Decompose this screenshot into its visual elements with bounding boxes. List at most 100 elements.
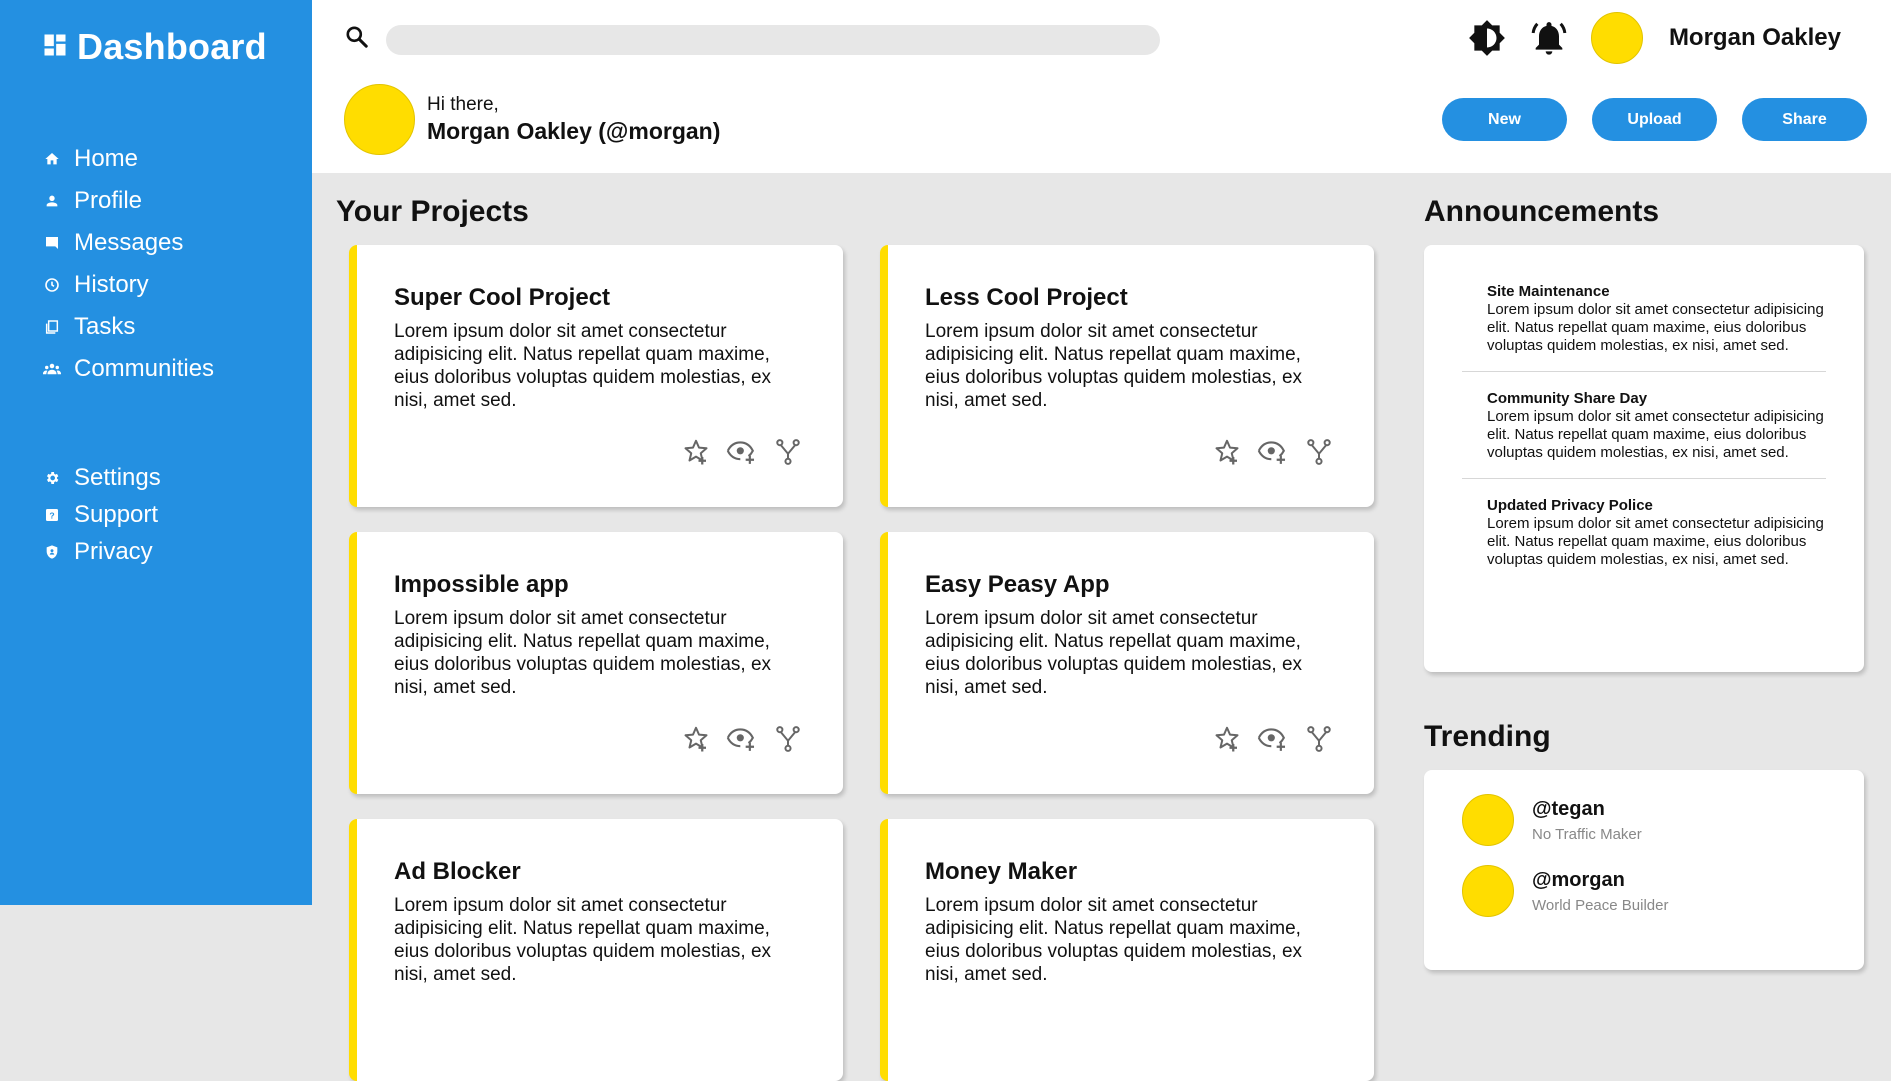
project-title: Ad Blocker <box>394 858 521 885</box>
star-add-icon[interactable] <box>680 436 711 467</box>
project-description: Lorem ipsum dolor sit amet consectetur a… <box>394 608 772 698</box>
fork-icon[interactable] <box>1303 723 1334 754</box>
tasks-icon <box>43 318 61 336</box>
shield-icon <box>43 543 61 561</box>
avatar <box>1462 865 1514 917</box>
project-description: Lorem ipsum dolor sit amet consectetur a… <box>925 608 1303 698</box>
messages-icon <box>43 234 61 252</box>
search-icon[interactable] <box>344 24 370 55</box>
brand[interactable]: Dashboard <box>41 26 267 68</box>
header-buttons: New Upload Share <box>1442 98 1867 141</box>
profile-icon <box>43 192 61 210</box>
announcement-text: Lorem ipsum dolor sit amet consectetur a… <box>1487 301 1824 354</box>
project-title: Less Cool Project <box>925 284 1128 311</box>
notifications-bell-icon[interactable] <box>1529 18 1569 58</box>
app-title: Dashboard <box>77 26 267 67</box>
project-actions <box>1211 723 1334 754</box>
sidebar-item-label: Home <box>74 145 139 172</box>
right-panel: Announcements Site Maintenance Lorem ips… <box>1424 195 1864 970</box>
gear-icon <box>43 469 61 487</box>
sidebar-item-privacy[interactable]: Privacy <box>43 533 161 570</box>
top-header: Morgan Oakley Hi there, Morgan Oakley (@… <box>312 0 1891 173</box>
project-title: Impossible app <box>394 571 569 598</box>
greeting: Hi there, Morgan Oakley (@morgan) <box>344 84 720 155</box>
sidebar-item-home[interactable]: Home <box>43 138 214 180</box>
announcement-text: Lorem ipsum dolor sit amet consectetur a… <box>1487 515 1824 568</box>
watch-add-icon[interactable] <box>1257 723 1288 754</box>
project-description: Lorem ipsum dolor sit amet consectetur a… <box>925 321 1303 411</box>
project-description: Lorem ipsum dolor sit amet consectetur a… <box>394 895 772 985</box>
fork-icon[interactable] <box>1303 436 1334 467</box>
project-card[interactable]: Impossible app Lorem ipsum dolor sit ame… <box>349 532 843 794</box>
secondary-nav: Settings ? Support Privacy <box>43 459 161 570</box>
watch-add-icon[interactable] <box>726 436 757 467</box>
help-icon: ? <box>43 506 61 524</box>
trending-handle: @tegan <box>1532 797 1605 820</box>
sidebar-item-tasks[interactable]: Tasks <box>43 306 214 348</box>
project-card[interactable]: Easy Peasy App Lorem ipsum dolor sit ame… <box>880 532 1374 794</box>
star-add-icon[interactable] <box>680 723 711 754</box>
avatar <box>1462 794 1514 846</box>
project-actions <box>680 723 803 754</box>
announcement-item[interactable]: Updated Privacy Police Lorem ipsum dolor… <box>1462 497 1826 569</box>
watch-add-icon[interactable] <box>726 723 757 754</box>
fork-icon[interactable] <box>772 436 803 467</box>
sidebar-item-profile[interactable]: Profile <box>43 180 214 222</box>
fork-icon[interactable] <box>772 723 803 754</box>
user-avatar[interactable] <box>1590 12 1643 64</box>
divider <box>1462 478 1826 479</box>
announcements-title: Announcements <box>1424 195 1660 228</box>
sidebar-item-label: Tasks <box>74 313 136 340</box>
search-bar <box>344 24 1160 55</box>
trending-user[interactable]: @morgan World Peace Builder <box>1462 865 1864 917</box>
sidebar-item-messages[interactable]: Messages <box>43 222 214 264</box>
theme-toggle-icon[interactable] <box>1467 18 1507 58</box>
announcement-item[interactable]: Community Share Day Lorem ipsum dolor si… <box>1462 390 1826 462</box>
sidebar-item-support[interactable]: ? Support <box>43 496 161 533</box>
sidebar-item-label: Communities <box>74 355 215 382</box>
sidebar-item-history[interactable]: History <box>43 264 214 306</box>
divider <box>1462 371 1826 372</box>
search-input[interactable] <box>386 24 1160 55</box>
new-button[interactable]: New <box>1442 98 1567 141</box>
project-card[interactable]: Money Maker Lorem ipsum dolor sit amet c… <box>880 819 1374 1081</box>
sidebar-item-communities[interactable]: Communities <box>43 348 214 390</box>
projects-grid: Super Cool Project Lorem ipsum dolor sit… <box>349 245 1374 1081</box>
sidebar: Dashboard Home Profile Messages History … <box>0 0 312 905</box>
trending-title: Trending <box>1424 720 1551 753</box>
home-icon <box>43 150 61 168</box>
trending-handle: @morgan <box>1532 868 1625 891</box>
sidebar-item-settings[interactable]: Settings <box>43 459 161 496</box>
announcement-title: Site Maintenance <box>1487 283 1610 300</box>
project-actions <box>1211 436 1334 467</box>
communities-icon <box>43 360 61 378</box>
star-add-icon[interactable] <box>1211 436 1242 467</box>
sidebar-item-label: Settings <box>74 463 161 491</box>
trending-user[interactable]: @tegan No Traffic Maker <box>1462 794 1864 846</box>
project-actions <box>680 436 803 467</box>
projects-title: Your Projects <box>336 195 529 228</box>
user-name[interactable]: Morgan Oakley <box>1669 24 1841 52</box>
announcement-item[interactable]: Site Maintenance Lorem ipsum dolor sit a… <box>1462 283 1826 355</box>
project-card[interactable]: Super Cool Project Lorem ipsum dolor sit… <box>349 245 843 507</box>
main-nav: Home Profile Messages History Tasks Comm… <box>43 138 214 390</box>
dashboard-icon <box>41 31 69 64</box>
sidebar-item-label: Messages <box>74 229 184 256</box>
trending-list: @tegan No Traffic Maker @morgan World Pe… <box>1424 770 1864 970</box>
project-card[interactable]: Ad Blocker Lorem ipsum dolor sit amet co… <box>349 819 843 1081</box>
share-button[interactable]: Share <box>1742 98 1867 141</box>
project-card[interactable]: Less Cool Project Lorem ipsum dolor sit … <box>880 245 1374 507</box>
project-title: Easy Peasy App <box>925 571 1110 598</box>
greeting-full-name: Morgan Oakley (@morgan) <box>427 118 721 144</box>
trending-subtitle: World Peace Builder <box>1532 896 1669 914</box>
projects-section: Your Projects Super Cool Project Lorem i… <box>336 195 1376 1081</box>
upload-button[interactable]: Upload <box>1592 98 1717 141</box>
announcement-text: Lorem ipsum dolor sit amet consectetur a… <box>1487 408 1824 461</box>
star-add-icon[interactable] <box>1211 723 1242 754</box>
trending-subtitle: No Traffic Maker <box>1532 825 1642 843</box>
project-title: Super Cool Project <box>394 284 611 311</box>
project-title: Money Maker <box>925 858 1078 885</box>
watch-add-icon[interactable] <box>1257 436 1288 467</box>
announcements-list: Site Maintenance Lorem ipsum dolor sit a… <box>1424 245 1864 672</box>
greeting-text: Hi there, <box>427 94 499 115</box>
